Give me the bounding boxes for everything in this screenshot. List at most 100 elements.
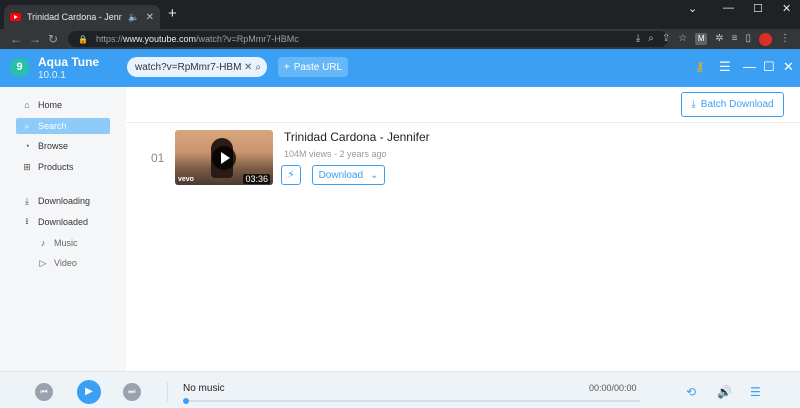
puzzle-extensions-icon[interactable]: ✲ xyxy=(715,32,723,46)
maximize-icon[interactable]: ☐ xyxy=(753,2,763,15)
profile-avatar[interactable] xyxy=(759,32,772,46)
extension-m-icon[interactable]: M xyxy=(695,33,708,45)
lock-icon[interactable]: 🔒 xyxy=(78,35,88,44)
menu-icon[interactable]: ☰ xyxy=(719,59,731,75)
video-meta: 104M views - 2 years ago xyxy=(284,149,387,159)
url-field[interactable]: 🔒 https:// www.youtube.com /watch?v=RpMm… xyxy=(68,31,668,47)
download-dropdown-button[interactable]: Download ⌄ xyxy=(312,165,385,185)
play-button[interactable]: ▶ xyxy=(77,380,101,404)
vevo-logo: vevo xyxy=(178,176,194,183)
youtube-logo-icon xyxy=(10,13,21,21)
sidebar: ⌂ Home ⌕ Search ◔ Browse ⊞ Products ⤓ Do… xyxy=(0,87,126,371)
play-icon: ▶ xyxy=(85,386,93,397)
video-thumbnail[interactable]: vevo 03:36 xyxy=(175,130,273,185)
grid-icon: ⊞ xyxy=(23,161,31,172)
batch-download-button[interactable]: ⤓ Batch Download xyxy=(681,92,784,117)
sidebar-item-label: Home xyxy=(38,100,63,110)
next-icon: ⏭ xyxy=(128,387,136,396)
sidebar-item-label: Video xyxy=(54,258,77,268)
browse-icon: ◔ xyxy=(24,141,30,151)
minimize-icon[interactable]: — xyxy=(723,2,734,14)
previous-icon: ⏮ xyxy=(40,387,48,396)
sidebar-item-label: Music xyxy=(54,238,78,248)
sidebar-item-browse[interactable]: ◔ Browse xyxy=(16,138,110,154)
search-icon: ⌕ xyxy=(24,120,30,131)
previous-track-button[interactable]: ⏮ xyxy=(35,383,53,401)
playlist-icon[interactable]: ☰ xyxy=(750,385,761,399)
play-icon[interactable] xyxy=(212,146,236,170)
next-track-button[interactable]: ⏭ xyxy=(123,383,141,401)
zoom-icon[interactable]: ⌕ xyxy=(648,32,654,46)
install-icon[interactable]: ⤓ xyxy=(636,32,640,46)
paste-url-button[interactable]: + Paste URL xyxy=(278,57,348,77)
sidebar-item-downloaded[interactable]: ⭳ Downloaded xyxy=(16,214,110,230)
volume-icon[interactable]: 🔊 xyxy=(717,385,732,399)
sidebar-item-label: Browse xyxy=(38,141,69,151)
minimize-icon[interactable]: — xyxy=(743,59,756,75)
clear-search-icon[interactable]: ✕ xyxy=(244,62,252,73)
media-queue-icon[interactable]: ≡ xyxy=(732,32,738,46)
forward-icon[interactable]: → xyxy=(29,31,41,47)
sidebar-item-home[interactable]: ⌂ Home xyxy=(16,97,110,113)
close-tab-icon[interactable]: ✕ xyxy=(146,12,154,23)
time-readout: 00:00/00:00 xyxy=(589,383,637,393)
repeat-icon[interactable]: ⟲ xyxy=(686,385,696,399)
key-icon[interactable]: ⚷ xyxy=(695,59,705,75)
browser-toolbar-icons: ⤓ ⌕ ⇪ ☆ M ✲ ≡ ▯ ⋮ xyxy=(636,32,790,46)
sidebar-item-downloading[interactable]: ⤓ Downloading xyxy=(16,193,110,209)
batch-download-label: Batch Download xyxy=(700,99,774,110)
sidebar-item-label: Downloaded xyxy=(38,217,89,227)
app-name: Aqua Tune xyxy=(38,55,100,69)
sidebar-item-video[interactable]: ▷ Video xyxy=(32,255,126,271)
now-playing-title: No music xyxy=(183,383,225,394)
sidebar-item-label: Downloading xyxy=(38,196,91,206)
app-version: 10.0.1 xyxy=(38,70,66,81)
downloaded-icon: ⭳ xyxy=(25,216,29,226)
url-scheme: https:// xyxy=(95,34,123,44)
close-window-icon[interactable]: ✕ xyxy=(782,2,791,15)
home-icon: ⌂ xyxy=(24,100,30,110)
maximize-icon[interactable]: ☐ xyxy=(763,59,775,75)
result-index: 01 xyxy=(151,151,165,165)
download-icon: ⤓ xyxy=(691,99,696,110)
progress-knob[interactable] xyxy=(183,398,189,404)
divider xyxy=(167,382,168,402)
sidebar-item-products[interactable]: ⊞ Products xyxy=(16,159,110,175)
url-path: /watch?v=RpMmr7-HBMc xyxy=(196,34,299,44)
lightning-icon: ⚡ xyxy=(287,169,295,181)
search-value: watch?v=RpMmr7-HBMc xyxy=(135,61,241,73)
search-input[interactable]: watch?v=RpMmr7-HBMc ✕ ⌕ xyxy=(127,57,267,77)
music-note-icon: ♪ xyxy=(40,238,46,248)
app-logo: 9 xyxy=(10,58,29,77)
search-icon[interactable]: ⌕ xyxy=(255,62,261,73)
sidebar-item-label: Search xyxy=(38,121,67,131)
plus-icon: + xyxy=(283,61,290,73)
kebab-menu-icon[interactable]: ⋮ xyxy=(780,32,790,46)
tab-title: Trinidad Cardona - Jennifer xyxy=(27,12,123,22)
video-title[interactable]: Trinidad Cardona - Jennifer xyxy=(284,130,430,144)
new-tab-button[interactable]: + xyxy=(168,6,177,22)
reload-icon[interactable]: ↻ xyxy=(48,31,58,47)
side-panel-icon[interactable]: ▯ xyxy=(745,32,751,46)
main-toolbar: ⤓ Batch Download xyxy=(126,87,800,123)
url-host: www.youtube.com xyxy=(122,34,197,44)
browser-tab-strip: Trinidad Cardona - Jennifer 🔈 ✕ + ⌄ — ☐ … xyxy=(0,0,800,29)
share-icon[interactable]: ⇪ xyxy=(662,32,670,46)
back-icon[interactable]: ← xyxy=(10,31,22,47)
sidebar-item-label: Products xyxy=(38,162,74,172)
paste-url-label: Paste URL xyxy=(293,61,343,73)
tab-search-icon[interactable]: ⌄ xyxy=(688,2,697,15)
speaker-icon[interactable]: 🔈 xyxy=(128,12,139,23)
player-bar: ⏮ ▶ ⏭ No music 00:00/00:00 ⟲ 🔊 ☰ xyxy=(0,371,800,408)
bookmark-star-icon[interactable]: ☆ xyxy=(678,32,687,46)
play-circle-icon: ▷ xyxy=(39,257,47,268)
sidebar-item-search[interactable]: ⌕ Search xyxy=(16,118,110,134)
browser-tab[interactable]: Trinidad Cardona - Jennifer 🔈 ✕ xyxy=(4,5,160,29)
video-duration: 03:36 xyxy=(243,174,270,184)
quick-download-button[interactable]: ⚡ xyxy=(281,165,301,185)
close-icon[interactable]: ✕ xyxy=(783,59,794,75)
download-icon: ⤓ xyxy=(25,195,29,206)
progress-slider[interactable] xyxy=(183,398,640,404)
sidebar-item-music[interactable]: ♪ Music xyxy=(32,235,126,251)
address-bar: ← → ↻ 🔒 https:// www.youtube.com /watch?… xyxy=(0,29,800,49)
